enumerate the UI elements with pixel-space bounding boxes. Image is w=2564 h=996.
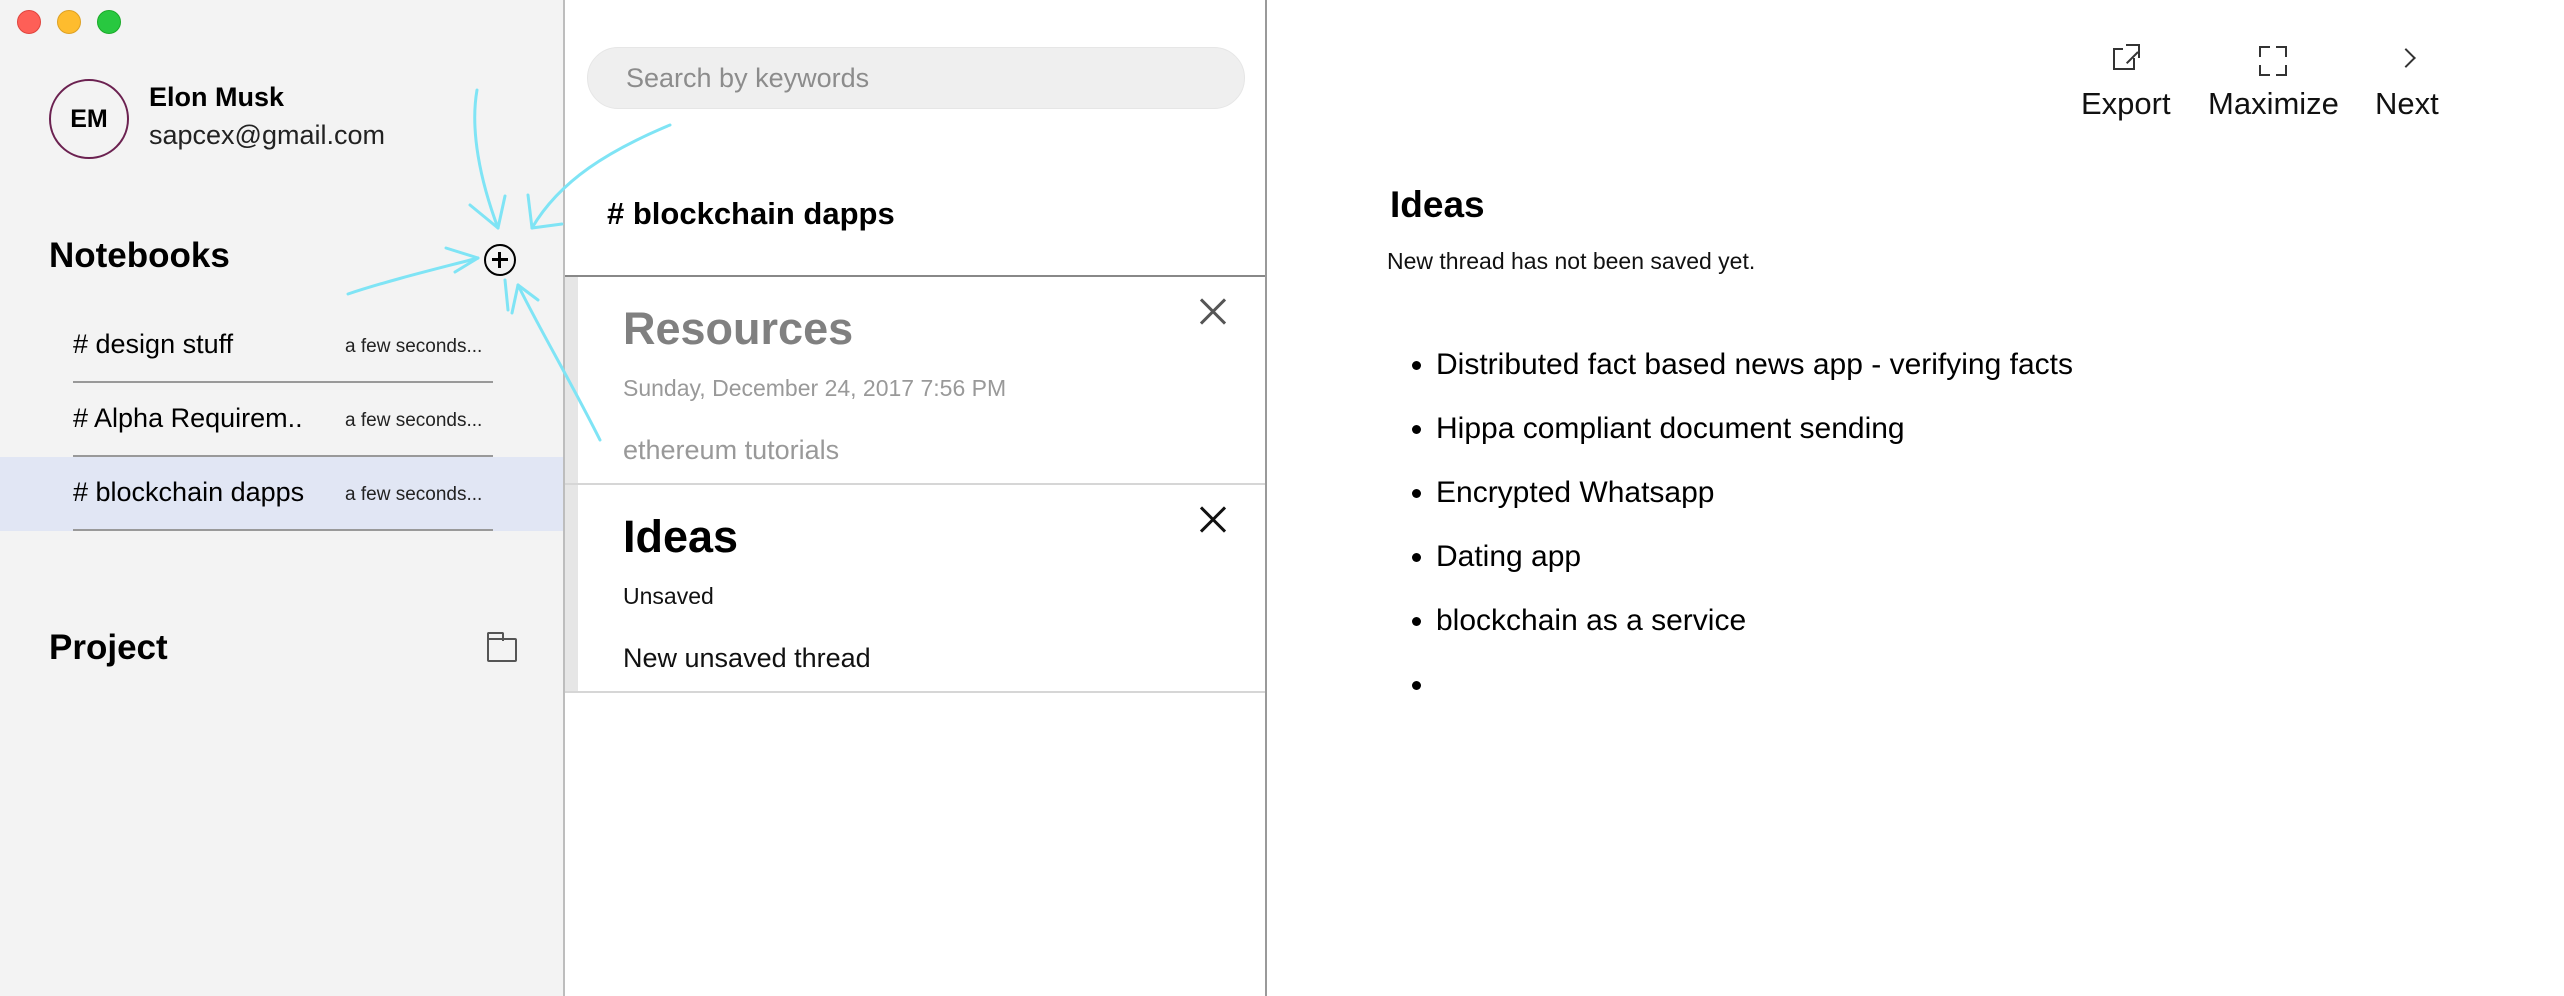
notebook-timestamp: a few seconds... [345,410,483,431]
maximize-label: Maximize [2208,86,2339,121]
sidebar-item-notebook[interactable]: # Alpha Requirem.. a few seconds... [0,383,563,457]
close-thread-icon[interactable] [1199,298,1227,326]
chevron-right-icon [2397,42,2417,80]
bullet-item[interactable]: Dating app [1436,537,2073,601]
window-minimize-button[interactable] [57,10,81,34]
folder-icon[interactable] [487,632,517,662]
avatar[interactable]: EM [49,79,129,159]
notebook-heading: # blockchain dapps [607,196,895,231]
maximize-icon [2259,42,2288,80]
notebook-timestamp: a few seconds... [345,484,483,505]
card-accent [565,277,578,483]
bullet-item-empty[interactable] [1436,665,2073,729]
project-heading: Project [49,628,168,667]
search-input[interactable] [587,47,1245,109]
bullet-item[interactable]: blockchain as a service [1436,601,2073,665]
sidebar-item-notebook-selected[interactable]: # blockchain dapps a few seconds... [0,457,563,531]
export-button[interactable]: Export [2081,42,2171,122]
close-thread-icon[interactable] [1199,506,1227,534]
notebook-timestamp: a few seconds... [345,336,483,357]
thread-card-active[interactable]: Ideas Unsaved New unsaved thread [565,485,1265,693]
thread-card[interactable]: Resources Sunday, December 24, 2017 7:56… [565,277,1265,485]
maximize-button[interactable]: Maximize [2208,42,2339,122]
thread-list-panel: # blockchain dapps Resources Sunday, Dec… [565,0,1267,996]
sidebar-item-notebook[interactable]: # design stuff a few seconds... [0,309,563,383]
document-status: New thread has not been saved yet. [1387,248,1756,274]
notebook-name: # design stuff [73,329,234,359]
thread-status: Unsaved [623,583,714,609]
card-accent [565,485,578,691]
document-bullet-list[interactable]: Distributed fact based news app - verify… [1390,345,2073,729]
notebooks-heading: Notebooks [49,236,230,275]
thread-preview: ethereum tutorials [623,435,840,465]
thread-preview: New unsaved thread [623,643,871,673]
thread-title: Ideas [623,511,739,562]
add-notebook-icon[interactable] [484,244,516,276]
bullet-item[interactable]: Hippa compliant document sending [1436,409,2073,473]
user-name: Elon Musk [149,82,285,112]
thread-date: Sunday, December 24, 2017 7:56 PM [623,375,1007,401]
export-icon [2112,42,2140,80]
notebook-name: # blockchain dapps [73,477,305,507]
sidebar: EM Elon Musk sapcex@gmail.com Notebooks … [0,0,565,996]
avatar-initials: EM [70,104,108,133]
bullet-item[interactable]: Encrypted Whatsapp [1436,473,2073,537]
window-close-button[interactable] [17,10,41,34]
document-title[interactable]: Ideas [1390,184,1485,226]
export-label: Export [2081,86,2171,121]
thread-title: Resources [623,303,854,354]
divider [73,529,493,531]
notebook-name: # Alpha Requirem.. [73,403,303,433]
window-maximize-button[interactable] [97,10,121,34]
user-email: sapcex@gmail.com [149,120,385,150]
next-label: Next [2375,86,2439,121]
bullet-item[interactable]: Distributed fact based news app - verify… [1436,345,2073,409]
next-button[interactable]: Next [2375,42,2439,122]
